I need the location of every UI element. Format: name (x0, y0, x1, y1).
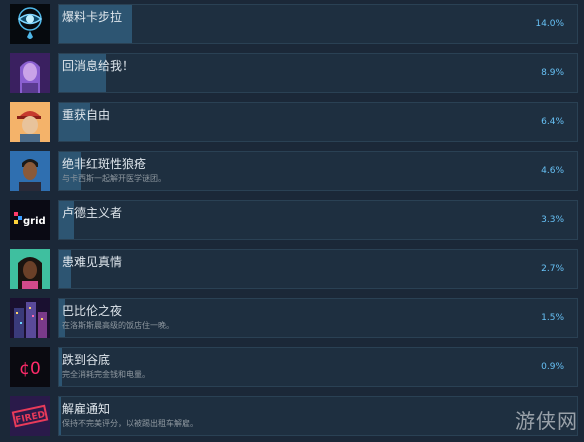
unlock-percent: 1.5% (541, 313, 564, 323)
progress-bar (58, 298, 578, 338)
red-cap-portrait-icon (10, 102, 50, 142)
achievement-row: 重获自由 6.4% (0, 98, 584, 146)
night-city-icon (10, 298, 50, 338)
achievement-row: 爆料卡步拉 14.0% (0, 0, 584, 48)
achievement-title: 爆料卡步拉 (62, 10, 123, 24)
achievement-description: 在洛斯斯晨高级的饭店住一晚。 (62, 321, 174, 330)
progress-bar (58, 4, 578, 44)
achievement-title: 重获自由 (62, 108, 111, 122)
progress-bar (58, 53, 578, 93)
achievement-row: 绝非红斑性狼疮 与卡西斯一起解开医学谜团。 4.6% (0, 147, 584, 195)
achievement-description: 保持不完美评分，以被踢出租车解雇。 (62, 419, 198, 428)
unlock-percent: 8.9% (541, 68, 564, 78)
zero-credits-icon: ¢0 (10, 347, 50, 387)
progress-bar (58, 102, 578, 142)
progress-bar (58, 200, 578, 240)
dreadlocks-portrait-icon (10, 249, 50, 289)
achievement-title: 绝非红斑性狼疮 (62, 157, 147, 171)
man-portrait-icon (10, 151, 50, 191)
site-watermark: 游侠网 (515, 409, 578, 433)
achievement-title: 患难见真情 (62, 255, 123, 269)
progress-bar (58, 249, 578, 289)
achievement-row: 患难见真情 2.7% (0, 245, 584, 293)
achievement-row: FIRED 解雇通知 保持不完美评分，以被踢出租车解雇。 (0, 392, 584, 440)
achievement-title: 跌到谷底 (62, 353, 111, 367)
unlock-percent: 0.9% (541, 362, 564, 372)
unlock-percent: 4.6% (541, 166, 564, 176)
achievement-title: 回消息给我！ (62, 59, 135, 73)
progress-bar (58, 347, 578, 387)
achievement-description: 完全消耗完金钱和电量。 (62, 370, 150, 379)
grid-logo-icon: grid (10, 200, 50, 240)
purple-hair-portrait-icon (10, 53, 50, 93)
unlock-percent: 14.0% (535, 19, 564, 29)
achievement-title: 卢德主义者 (62, 206, 123, 220)
grid-logo-text: grid (23, 216, 46, 227)
zero-credits-text: ¢0 (19, 359, 41, 379)
eye-sigil-icon (10, 4, 50, 44)
achievement-title: 解雇通知 (62, 402, 111, 416)
unlock-percent: 3.3% (541, 215, 564, 225)
fired-stamp-icon: FIRED (10, 396, 50, 436)
achievement-description: 与卡西斯一起解开医学谜团。 (62, 174, 166, 183)
achievement-row: ¢0 跌到谷底 完全消耗完金钱和电量。 0.9% (0, 343, 584, 391)
achievement-row: grid 卢德主义者 3.3% (0, 196, 584, 244)
progress-fill (59, 397, 61, 435)
progress-bar (58, 396, 578, 436)
achievement-row: 回消息给我！ 8.9% (0, 49, 584, 97)
unlock-percent: 6.4% (541, 117, 564, 127)
achievement-row: 巴比伦之夜 在洛斯斯晨高级的饭店住一晚。 1.5% (0, 294, 584, 342)
achievement-title: 巴比伦之夜 (62, 304, 123, 318)
unlock-percent: 2.7% (541, 264, 564, 274)
